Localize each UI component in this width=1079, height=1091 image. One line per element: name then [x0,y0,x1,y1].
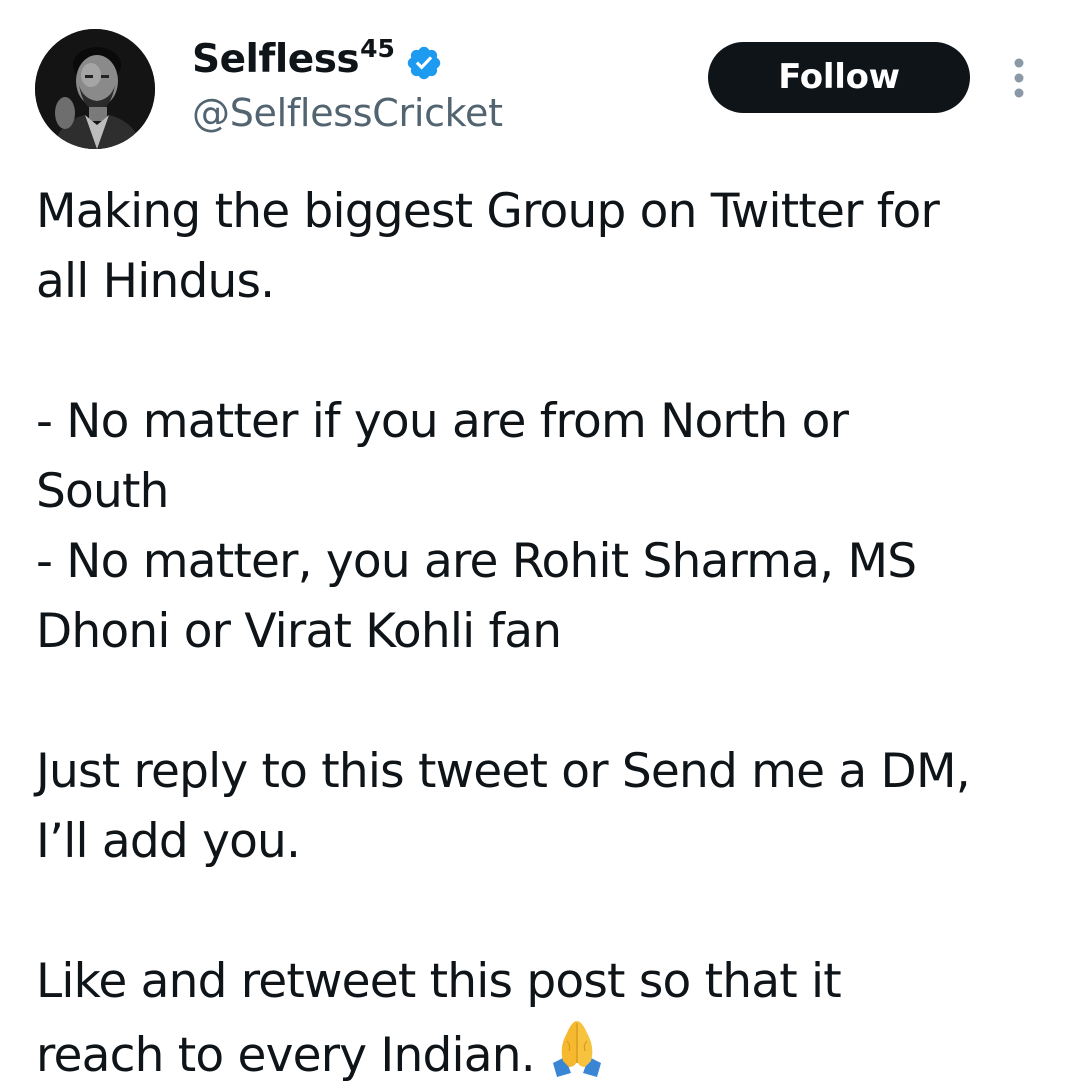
tweet-line: - No matter if you are from North or [36,394,849,449]
tweet-card: Selfless 45 @SelflessCricket Follow Makin… [0,0,1079,1083]
tweet-line: I’ll add you. [36,814,301,869]
author-handle[interactable]: @SelflessCricket [192,88,503,138]
follow-button[interactable]: Follow [708,42,970,113]
tweet-paragraph: - No matter if you are from North or Sou… [36,387,1066,667]
more-vertical-icon [1014,58,1024,98]
tweet-line: all Hindus. [36,254,275,309]
verified-badge-icon [407,46,441,80]
tweet-line: Like and retweet this post so that it [36,954,842,1009]
tweet-paragraph: Just reply to this tweet or Send me a DM… [36,737,1066,877]
avatar-image [35,29,155,149]
tweet-text: Making the biggest Group on Twitter for … [36,177,1066,1091]
avatar[interactable] [35,29,155,149]
display-name-superscript: 45 [360,34,395,63]
more-options-button[interactable] [1002,54,1036,104]
display-name[interactable]: Selfless [192,34,360,86]
tweet-line: Dhoni or Virat Kohli fan [36,604,562,659]
tweet-paragraph: Making the biggest Group on Twitter for … [36,177,1066,317]
display-name-row: Selfless 45 [192,34,443,86]
tweet-line: South [36,464,169,519]
tweet-paragraph: Like and retweet this post so that it re… [36,947,1066,1091]
tweet-line: Making the biggest Group on Twitter for [36,184,940,239]
tweet-line: Just reply to this tweet or Send me a DM… [36,744,971,799]
folded-hands-emoji [552,1021,601,1077]
tweet-line: - No matter, you are Rohit Sharma, MS [36,534,917,589]
tweet-line-text: reach to every Indian. [36,1028,536,1083]
